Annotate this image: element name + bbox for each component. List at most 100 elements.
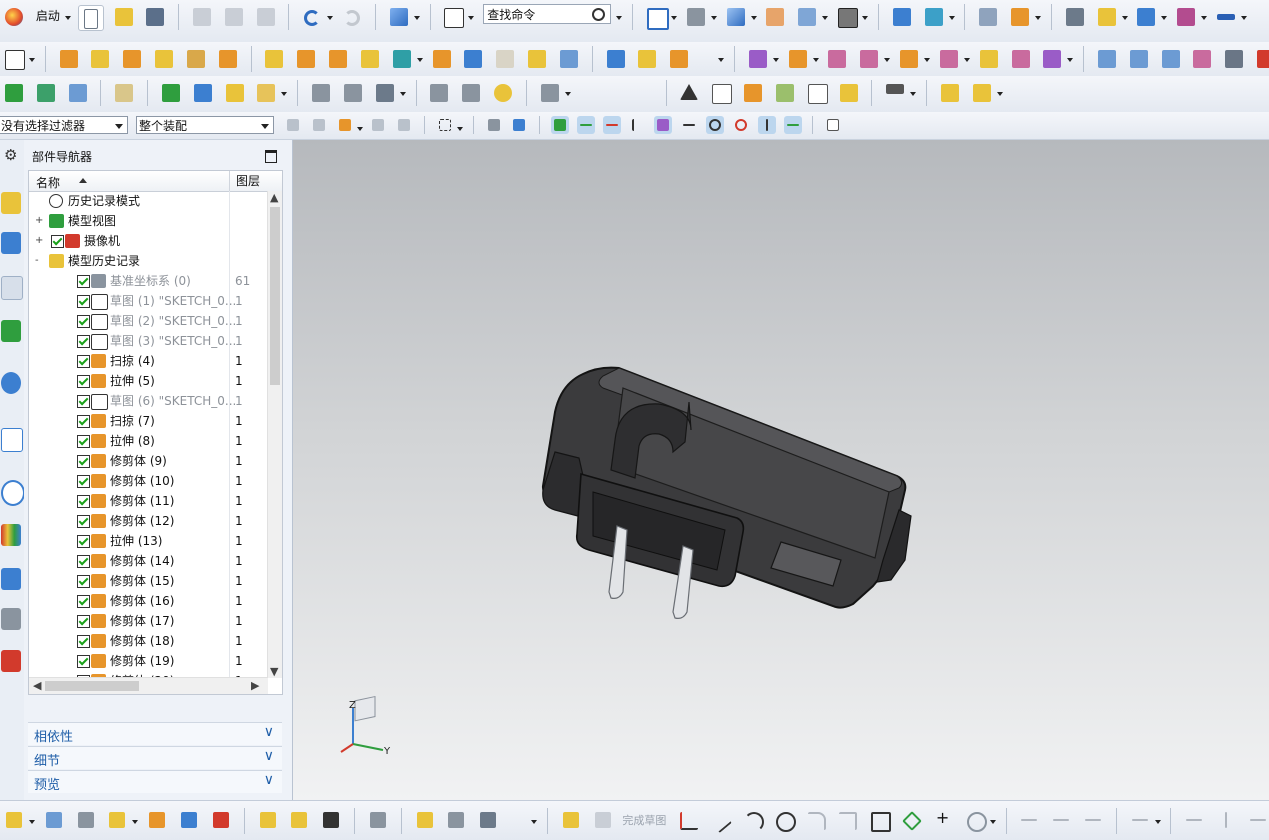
hole-icon[interactable] — [120, 47, 144, 71]
scroll-left-icon[interactable]: ◀ — [33, 679, 41, 692]
replace-dropdown-icon[interactable] — [883, 47, 891, 71]
snap-control-point-icon[interactable] — [654, 116, 673, 134]
visibility-checkbox[interactable] — [77, 395, 90, 408]
select-edge-icon[interactable] — [369, 116, 387, 134]
roles-icon[interactable] — [1, 608, 21, 630]
assembly-dropdown-icon[interactable] — [996, 81, 1004, 105]
assembly-constraint-icon[interactable] — [922, 5, 946, 29]
coplanar-dropdown-icon[interactable] — [923, 47, 931, 71]
orient-view-icon[interactable] — [724, 5, 748, 29]
sketch-dropdown-icon[interactable] — [28, 47, 36, 71]
hammer-tool-icon[interactable] — [191, 81, 215, 105]
analysis-icon[interactable] — [1095, 5, 1119, 29]
view-triad[interactable] — [340, 695, 384, 753]
edit-section-icon[interactable] — [795, 5, 819, 29]
layer-category-icon[interactable] — [66, 81, 90, 105]
constraint-icon[interactable] — [178, 809, 200, 831]
tree-row[interactable]: + 摄像机 — [29, 231, 267, 251]
scrollbar-thumb[interactable] — [270, 207, 280, 385]
trim-sheet-icon[interactable] — [1254, 47, 1269, 71]
snap-line-icon[interactable] — [576, 116, 595, 134]
section-view-icon[interactable] — [763, 5, 787, 29]
visibility-checkbox[interactable] — [77, 535, 90, 548]
more-bottom-icon[interactable] — [530, 809, 538, 833]
background-dropdown-icon[interactable] — [861, 5, 869, 29]
process-studio-icon[interactable] — [1, 568, 21, 590]
orient-dropdown-icon[interactable] — [750, 5, 758, 29]
visibility-checkbox[interactable] — [77, 515, 90, 528]
start-dropdown-icon[interactable] — [64, 5, 72, 29]
cross-section-edit-icon[interactable] — [937, 47, 961, 71]
scroll-down-icon[interactable]: ▼ — [270, 665, 278, 678]
search-icon[interactable] — [592, 8, 606, 21]
snap-quadrant-icon[interactable] — [732, 116, 750, 134]
tree-row[interactable]: 拉伸 (8) 1 — [29, 431, 267, 451]
view-image-icon[interactable] — [75, 809, 97, 831]
display-mode-icon[interactable] — [3, 809, 25, 831]
visibility-checkbox[interactable] — [77, 375, 90, 388]
visibility-checkbox[interactable] — [77, 435, 90, 448]
snap-endpoint-icon[interactable] — [551, 116, 570, 134]
move-icon[interactable] — [146, 809, 168, 831]
emboss-icon[interactable] — [184, 47, 208, 71]
tree-row[interactable]: 修剪体 (16) 1 — [29, 591, 267, 611]
layer-settings-icon[interactable] — [976, 5, 1000, 29]
repair-icon[interactable] — [538, 81, 562, 105]
sync-move-face-icon[interactable] — [746, 47, 770, 71]
snap-arc-center-icon[interactable] — [706, 116, 725, 134]
tree-row[interactable]: 修剪体 (10) 1 — [29, 471, 267, 491]
selection-dropdown-icon[interactable] — [413, 5, 421, 29]
visibility-checkbox[interactable] — [77, 595, 90, 608]
sketch-rectangle-icon[interactable] — [2, 47, 26, 71]
command-search-input[interactable]: 查找命令 — [483, 4, 612, 24]
chamfer-icon[interactable] — [430, 47, 454, 71]
graphics-window[interactable]: Z Y — [293, 140, 1269, 800]
visibility-checkbox[interactable] — [77, 475, 90, 488]
visibility-checkbox[interactable] — [77, 615, 90, 628]
abc-text-icon[interactable] — [254, 81, 278, 105]
assembly-boxes-icon[interactable] — [938, 81, 962, 105]
settings-gear-icon[interactable]: ⚙ — [1, 144, 21, 166]
tree-row[interactable]: 修剪体 (12) 1 — [29, 511, 267, 531]
section-dropdown-icon[interactable] — [821, 5, 829, 29]
datum-dropdown-icon[interactable] — [416, 47, 424, 71]
tree-row[interactable]: 基准坐标系 (0) 61 — [29, 271, 267, 291]
system-materials-icon[interactable] — [1, 524, 21, 546]
swept-surface-icon[interactable] — [1159, 47, 1183, 71]
boss-icon[interactable] — [152, 47, 176, 71]
select-invisible-icon[interactable] — [510, 116, 528, 134]
surface-through-curves-icon[interactable] — [1095, 47, 1119, 71]
pmi-icon[interactable] — [741, 81, 765, 105]
profile-icon[interactable] — [677, 809, 699, 831]
rapid-dimension-icon[interactable] — [1183, 809, 1205, 831]
pattern-face-icon[interactable] — [326, 47, 350, 71]
add-component-icon[interactable] — [106, 809, 128, 831]
measure-distance-icon[interactable] — [1063, 5, 1087, 29]
grid-snap-icon[interactable] — [824, 116, 842, 134]
delete-face-icon[interactable] — [825, 47, 849, 71]
quick-trim-icon[interactable] — [1018, 809, 1040, 831]
tree-row[interactable]: 修剪体 (17) 1 — [29, 611, 267, 631]
visibility-checkbox[interactable] — [51, 235, 64, 248]
tree-row[interactable]: 拉伸 (5) 1 — [29, 371, 267, 391]
text-dropdown-icon[interactable] — [280, 81, 288, 105]
polygon-icon[interactable] — [900, 809, 922, 831]
new-sketch-icon[interactable] — [560, 809, 582, 831]
vertical-scrollbar[interactable]: ▲ ▼ — [267, 191, 282, 678]
line-icon[interactable] — [708, 808, 732, 834]
collapse-icon[interactable]: - — [35, 256, 42, 266]
visibility-checkbox[interactable] — [77, 455, 90, 468]
filter-settings-icon[interactable] — [284, 116, 302, 134]
snap-curve-icon[interactable] — [629, 116, 647, 134]
split-body-icon[interactable] — [667, 47, 691, 71]
tree-row[interactable]: 扫掠 (4) 1 — [29, 351, 267, 371]
nx-logo-icon[interactable] — [2, 5, 26, 29]
assembly-scope-select[interactable]: 整个装配 — [136, 116, 274, 134]
offset-curve-icon[interactable] — [964, 809, 987, 832]
snap-intersection-icon[interactable] — [680, 116, 698, 134]
cube-check-icon[interactable] — [223, 81, 247, 105]
dimension-icon[interactable] — [1174, 5, 1198, 29]
render-style-dropdown-icon[interactable] — [710, 5, 718, 29]
tree-row[interactable]: 修剪体 (19) 1 — [29, 651, 267, 671]
shell-icon[interactable] — [525, 47, 549, 71]
